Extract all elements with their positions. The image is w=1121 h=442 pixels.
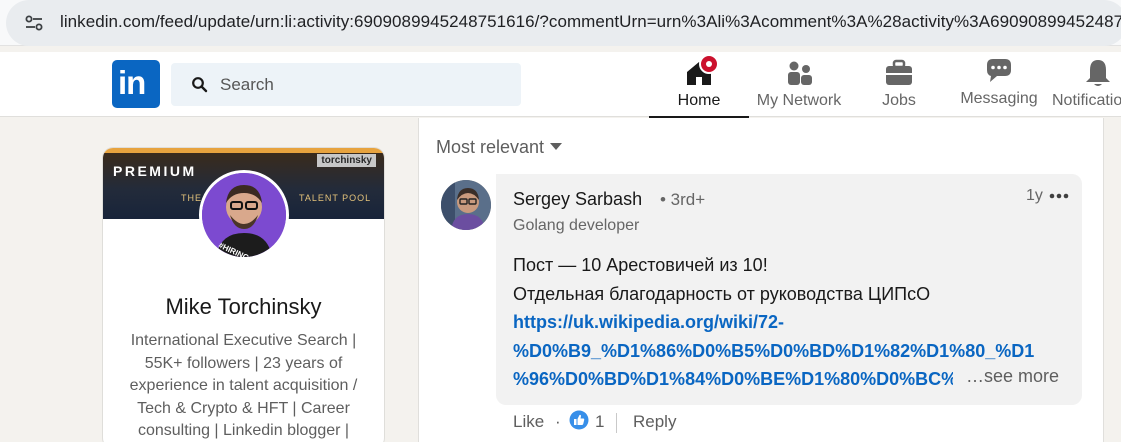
more-options-icon[interactable]: [1048, 186, 1070, 206]
commenter-avatar[interactable]: [441, 180, 491, 230]
banner-tag: torchinsky: [317, 154, 376, 167]
separator-dot: ·: [555, 412, 561, 431]
nav-notifications-label: Notifications: [1052, 92, 1121, 109]
messaging-icon: [987, 59, 1011, 82]
notification-badge: [699, 54, 719, 74]
site-settings-icon[interactable]: [24, 13, 44, 33]
nav-home-label: Home: [677, 92, 721, 109]
nav-messaging-label: Messaging: [960, 90, 1038, 107]
author-occupation: Golang developer: [513, 217, 640, 234]
reply-button[interactable]: Reply: [633, 412, 676, 432]
comment-line-1: Пост — 10 Арестовичей из 10!: [513, 255, 768, 275]
search-input[interactable]: Search: [171, 63, 521, 106]
banner-text-right: TALENT POOL: [299, 193, 372, 203]
thumbs-up-icon[interactable]: [569, 410, 589, 430]
url-field[interactable]: linkedin.com/feed/update/urn:li:activity…: [6, 0, 1121, 46]
like-button[interactable]: Like: [513, 412, 544, 432]
comment-line-2: Отдельная благодарность от руководства Ц…: [513, 283, 931, 304]
nav-notifications[interactable]: Notifications: [1052, 52, 1121, 117]
comment-time: 1y: [1026, 187, 1043, 204]
premium-label: PREMIUM: [113, 163, 197, 179]
profile-name[interactable]: Mike Torchinsky: [103, 294, 384, 320]
reaction-count[interactable]: 1: [595, 412, 604, 432]
profile-headline: International Executive Search | 55K+ fo…: [129, 332, 358, 439]
bell-icon: [1086, 60, 1110, 86]
search-icon: [192, 77, 208, 93]
linkedin-logo[interactable]: in: [112, 60, 160, 108]
comment-bubble: Sergey Sarbash • 3rd+ Golang developer 1…: [496, 174, 1082, 405]
wikipedia-link-line-1[interactable]: https://uk.wikipedia.org/wiki/72-: [513, 308, 1073, 337]
url-text[interactable]: linkedin.com/feed/update/urn:li:activity…: [60, 12, 1121, 32]
top-navigation: in Search Home My Network Jobs Messaging…: [0, 52, 1121, 118]
wikipedia-link-line-2[interactable]: %D0%B9_%D1%86%D0%B5%D0%BD%D1%82%D1%80_%D…: [513, 337, 1073, 366]
logo-text: in: [118, 64, 146, 101]
commenter-photo: [441, 180, 491, 230]
avatar[interactable]: #HIRING: [199, 170, 289, 260]
nav-home[interactable]: Home: [649, 52, 749, 118]
banner-text-left: THE: [181, 193, 202, 203]
caret-down-icon: [550, 143, 563, 150]
action-divider: [616, 413, 617, 433]
see-more-button[interactable]: …see more: [966, 366, 1060, 387]
browser-address-bar: linkedin.com/feed/update/urn:li:activity…: [0, 0, 1121, 46]
profile-card: PREMIUM torchinsky THE TALENT POOL #HIRI…: [103, 148, 384, 442]
network-icon: [788, 61, 812, 85]
comment-author[interactable]: Sergey Sarbash: [513, 189, 642, 210]
connection-degree: • 3rd+: [660, 190, 706, 209]
search-placeholder: Search: [220, 75, 274, 94]
nav-my-network[interactable]: My Network: [750, 52, 848, 117]
briefcase-icon: [886, 59, 912, 85]
nav-jobs[interactable]: Jobs: [860, 52, 938, 117]
nav-my-network-label: My Network: [756, 92, 842, 109]
nav-jobs-label: Jobs: [882, 92, 916, 109]
profile-photo: #HIRING: [202, 173, 286, 257]
comments-section: Most relevant Sergey Sarbash • 3rd+ Gola…: [418, 118, 1104, 442]
sort-dropdown[interactable]: Most relevant: [436, 137, 563, 158]
sort-label: Most relevant: [436, 137, 545, 157]
nav-messaging[interactable]: Messaging: [955, 52, 1043, 117]
wikipedia-link-line-3[interactable]: %96%D0%BD%D1%84%D0%BE%D1%80%D0%BC%D0%B0%…: [513, 365, 953, 394]
